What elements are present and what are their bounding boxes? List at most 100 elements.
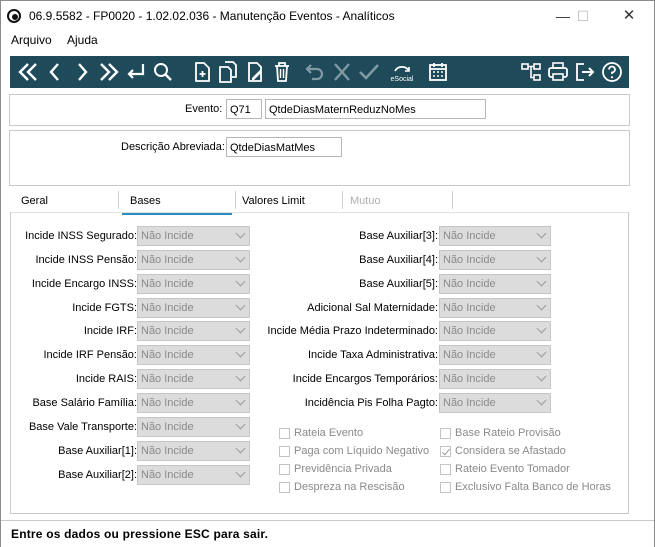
checkbox-label: Considera se Afastado [455,445,566,457]
evento-panel: Evento: Q71 QtdeDiasMaternReduzNoMes [9,94,630,126]
incide-rais-select: Não Incide [137,369,250,389]
menu-ajuda[interactable]: Ajuda [67,33,98,47]
tab-separator [235,191,236,209]
incide-inss-segurado-select: Não Incide [137,226,250,246]
adicional-sal-maternidade-select: Não Incide [439,298,551,318]
status-bar: Entre os dados ou pressione ESC para sai… [1,520,654,547]
incide-inss-pensao-select: Não Incide [137,250,250,270]
calendar-icon[interactable] [426,59,450,85]
incide-taxa-administrativa-select: Não Incide [439,345,551,365]
chevron-down-icon [235,323,246,334]
checkbox-label: Paga com Líquido Negativo [294,445,430,457]
undo-icon [303,59,327,85]
chevron-down-icon [536,395,547,406]
field-label: Incidência Pis Folha Pagto: [304,397,438,409]
considera-afastado-checkbox [440,446,451,457]
toolbar: eSocial [10,56,629,88]
chevron-down-icon [536,371,547,382]
chevron-down-icon [235,371,246,382]
select-value: Não Incide [141,325,194,337]
search-icon[interactable] [151,59,175,85]
bases-tab-content: Incide INSS Segurado: Não Incide Incide … [10,212,629,514]
field-label: Incide INSS Segurado: [25,230,137,242]
previous-record-icon[interactable] [43,59,67,85]
field-label: Incide IRF: [83,325,137,337]
select-value: Não Incide [141,397,194,409]
select-value: Não Incide [443,373,496,385]
cancel-icon [330,59,354,85]
field-label: Incide Encargos Temporários: [292,373,438,385]
exit-icon[interactable] [573,59,597,85]
select-value: Não Incide [141,230,194,242]
checkbox-label: Exclusivo Falta Banco de Horas [455,481,611,493]
menu-arquivo[interactable]: Arquivo [11,33,52,47]
incide-irf-pensao-select: Não Incide [137,345,250,365]
window-title: 06.9.5582 - FP0020 - 1.02.02.036 - Manut… [29,9,395,23]
chevron-down-icon [536,276,547,287]
rateio-evento-tomador-checkbox [440,464,451,475]
delete-icon[interactable] [270,59,294,85]
base-auxiliar-1-select: Não Incide [137,441,250,461]
new-document-icon[interactable] [190,59,214,85]
incide-encargo-inss-select: Não Incide [137,274,250,294]
descricao-field[interactable]: QtdeDiasMatMes [226,137,342,157]
checkbox-label: Rateio Evento Tomador [455,463,570,475]
field-label: Base Auxiliar[5]: [359,278,438,290]
select-value: Não Incide [141,302,194,314]
field-label: Incide Encargo INSS: [31,278,137,290]
incidencia-pis-folha-select: Não Incide [439,393,551,413]
edit-document-icon[interactable] [243,59,267,85]
select-value: Não Incide [141,373,194,385]
incide-encargos-temporarios-select: Não Incide [439,369,551,389]
chevron-down-icon [235,276,246,287]
field-label: Base Salário Família: [32,397,137,409]
next-record-icon[interactable] [70,59,94,85]
select-value: Não Incide [443,349,496,361]
chevron-down-icon [235,347,246,358]
first-record-icon[interactable] [16,59,40,85]
field-label: Incide RAIS: [75,373,137,385]
paga-liquido-negativo-checkbox [279,446,290,457]
copy-document-icon[interactable] [216,59,240,85]
rateia-evento-checkbox [279,428,290,439]
chevron-down-icon [536,300,547,311]
select-value: Não Incide [443,230,496,242]
base-auxiliar-4-select: Não Incide [439,250,551,270]
field-label: Adicional Sal Maternidade: [307,302,438,314]
select-value: Não Incide [443,325,496,337]
evento-label: Evento: [185,103,223,115]
menu-bar: Arquivo Ajuda [1,31,654,51]
checkbox-label: Rateia Evento [294,427,364,439]
incide-fgts-select: Não Incide [137,298,250,318]
hierarchy-icon[interactable] [519,59,543,85]
close-button[interactable]: ✕ [609,4,649,28]
field-label: Base Auxiliar[1]: [58,445,137,457]
evento-code-field[interactable]: Q71 [226,99,262,119]
title-bar: 06.9.5582 - FP0020 - 1.02.02.036 - Manut… [1,1,654,31]
esocial-icon[interactable]: eSocial [387,59,417,85]
tab-separator [118,191,119,209]
select-value: Não Incide [141,349,194,361]
chevron-down-icon [235,395,246,406]
base-salario-familia-select: Não Incide [137,393,250,413]
chevron-down-icon [536,323,547,334]
help-icon[interactable] [600,59,624,85]
enter-icon[interactable] [124,59,148,85]
checkbox-label: Despreza na Rescisão [294,481,405,493]
descricao-label: Descrição Abreviada: [121,141,225,153]
despreza-rescisao-checkbox [279,482,290,493]
chevron-down-icon [235,467,246,478]
select-value: Não Incide [141,421,194,433]
last-record-icon[interactable] [97,59,121,85]
evento-name-field[interactable]: QtdeDiasMaternReduzNoMes [265,99,486,119]
field-label: Incide Média Prazo Indeterminado: [267,325,438,337]
tab-separator [342,191,343,209]
select-value: Não Incide [141,445,194,457]
print-icon[interactable] [546,59,570,85]
chevron-down-icon [235,419,246,430]
base-auxiliar-5-select: Não Incide [439,274,551,294]
checkbox-label: Base Rateio Provisão [455,427,561,439]
maximize-button[interactable]: ☐ [563,4,603,28]
field-label: Incide IRF Pensão: [43,349,137,361]
field-label: Base Auxiliar[3]: [359,230,438,242]
